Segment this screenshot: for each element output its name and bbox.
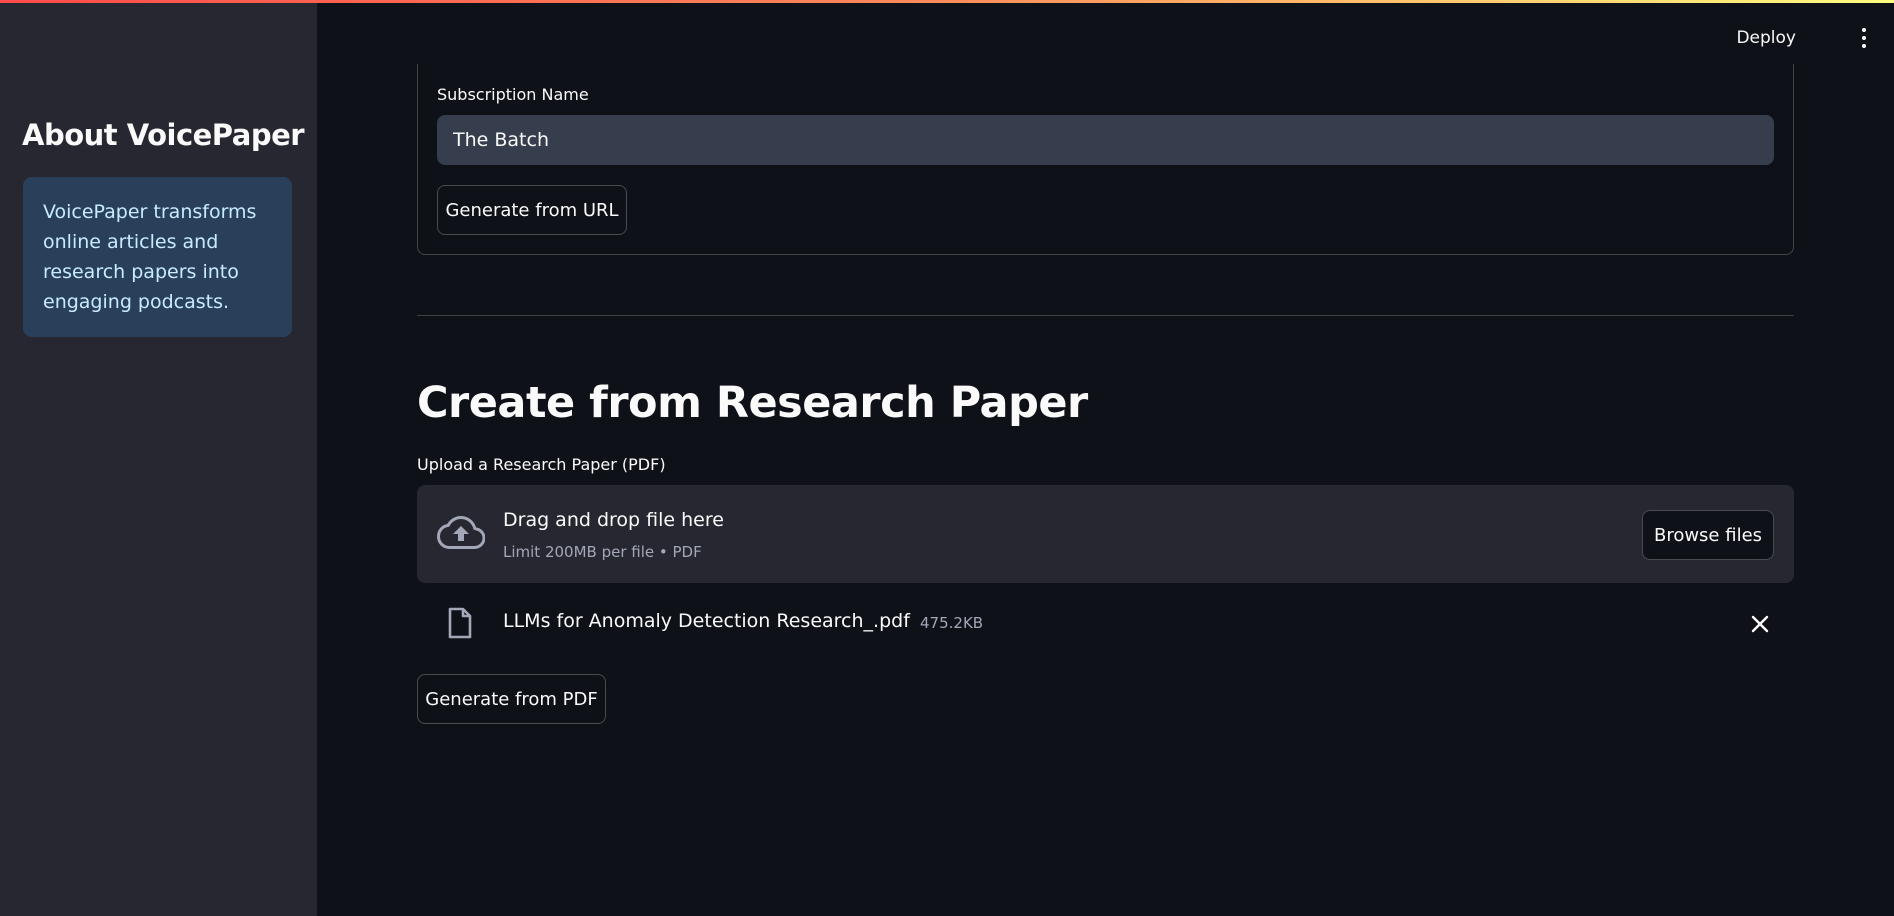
deploy-button[interactable]: Deploy: [1736, 28, 1796, 48]
upload-label: Upload a Research Paper (PDF): [417, 455, 666, 474]
browse-files-button[interactable]: Browse files: [1642, 510, 1774, 560]
file-name: LLMs for Anomaly Detection Research_.pdf: [503, 610, 910, 632]
info-box: VoicePaper transforms online articles an…: [23, 177, 292, 337]
generate-from-pdf-button[interactable]: Generate from PDF: [417, 674, 606, 724]
generate-from-url-button[interactable]: Generate from URL: [437, 185, 627, 235]
dropzone-limit-text: Limit 200MB per file • PDF: [503, 543, 702, 561]
section-title: Create from Research Paper: [417, 378, 1088, 428]
sidebar: About VoicePaper VoicePaper transforms o…: [0, 0, 317, 916]
dropzone-title: Drag and drop file here: [503, 509, 724, 531]
more-vertical-icon[interactable]: [1858, 28, 1870, 48]
top-accent-bar: [0, 0, 1894, 3]
close-icon[interactable]: [1750, 614, 1770, 634]
subscription-name-input[interactable]: [437, 115, 1774, 165]
divider: [417, 315, 1794, 316]
file-icon: [448, 607, 472, 639]
sidebar-title: About VoicePaper: [22, 118, 305, 152]
uploaded-file-row: LLMs for Anomaly Detection Research_.pdf…: [417, 600, 1794, 648]
file-dropzone[interactable]: Drag and drop file here Limit 200MB per …: [417, 485, 1794, 583]
subscription-name-label: Subscription Name: [437, 85, 589, 104]
info-text: VoicePaper transforms online articles an…: [43, 201, 257, 313]
file-size: 475.2KB: [920, 614, 984, 632]
cloud-upload-icon: [437, 515, 485, 549]
